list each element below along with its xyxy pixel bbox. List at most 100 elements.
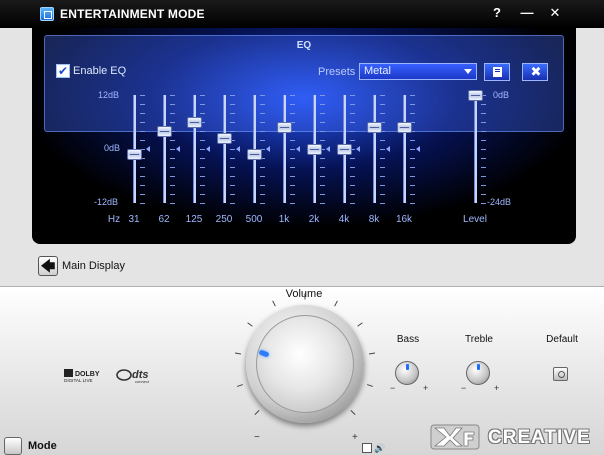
eq-slider-125[interactable] [187,117,202,128]
eq-tick [410,158,415,159]
eq-band-label-250: 250 [215,214,233,225]
main-display-button[interactable]: 🡄 [38,256,58,276]
eq-slider-31[interactable] [127,148,142,160]
presets-label: Presets [318,66,356,78]
eq-tick [260,176,265,177]
eq-slider-8k[interactable] [367,121,382,133]
eq-tick [380,113,385,114]
enable-eq-toggle[interactable]: ✔ Enable EQ [56,64,126,78]
eq-tick [260,185,265,186]
volume-knob[interactable] [246,305,364,423]
eq-tick [290,113,295,114]
eq-tick [350,167,355,168]
eq-tick [320,185,325,186]
eq-tick [200,176,205,177]
eq-zero-marker [266,146,270,152]
close-button[interactable]: ✕ [546,4,564,22]
eq-tick [350,131,355,132]
eq-tick [350,122,355,123]
level-tick [481,167,486,168]
eq-tick [170,176,175,177]
eq-slider-1k[interactable] [277,121,292,133]
minimize-button[interactable]: — [518,4,536,22]
eq-tick [350,113,355,114]
bass-knob[interactable] [395,361,419,385]
eq-tick [320,113,325,114]
eq-tick [410,167,415,168]
eq-zero-marker [176,146,180,152]
eq-tick [230,194,235,195]
eq-tick [230,158,235,159]
eq-tick [380,140,385,141]
dolby-subtext: DIGITAL LIVE [64,378,93,383]
enable-eq-label: Enable EQ [73,65,127,77]
save-icon [493,67,502,77]
delete-preset-button[interactable]: ✖ [522,63,548,81]
eq-tick [380,149,385,150]
eq-slider-250[interactable] [217,132,232,144]
eq-tick [140,122,145,123]
volume-knob-face [256,315,354,413]
speaker-icon: 🔊 [374,443,386,453]
dolby-text: DOLBY [75,371,100,378]
eq-tick [200,113,205,114]
eq-band-label-1k: 1k [278,214,290,225]
treble-knob[interactable] [466,361,490,385]
eq-tick [230,167,235,168]
level-tick [481,149,486,150]
eq-tick [260,113,265,114]
eq-tick [320,158,325,159]
eq-band-label-31: 31 [128,214,140,225]
eq-tick [260,131,265,132]
eq-tick [260,95,265,96]
level-tick [481,113,486,114]
eq-tick [170,203,175,204]
eq-tick [260,140,265,141]
treble-plus: + [494,383,500,393]
level-tick [481,203,486,204]
main-display-label: Main Display [62,260,125,272]
eq-track-62 [163,95,166,203]
eq-tick [230,113,235,114]
db-label-bottom: -12dB [94,197,119,207]
eq-tick [170,194,175,195]
default-button[interactable] [553,367,568,381]
mode-label: Mode [28,440,57,452]
eq-tick [320,104,325,105]
eq-zero-marker [206,146,210,152]
mode-button[interactable] [4,437,22,455]
treble-minus: − [461,383,467,393]
eq-tick [140,140,145,141]
eq-tick [170,158,175,159]
eq-slider-16k[interactable] [397,121,412,133]
eq-tick [320,140,325,141]
eq-zero-marker [386,146,390,152]
eq-tick [410,149,415,150]
mute-checkbox[interactable] [362,443,372,453]
back-arrow-icon: 🡄 [40,258,56,274]
save-preset-button[interactable] [484,63,510,81]
help-button[interactable]: ? [488,4,506,22]
eq-tick [140,104,145,105]
preset-dropdown[interactable]: Metal [359,63,477,80]
delete-icon: ✖ [530,64,542,79]
eq-tick [410,203,415,204]
level-slider[interactable] [468,90,483,101]
dts-subtext: connect [135,379,150,384]
eq-tick [380,95,385,96]
bass-minus: − [390,383,396,393]
eq-slider-62[interactable] [157,126,172,137]
eq-tick [140,131,145,132]
enable-eq-checkbox[interactable]: ✔ [56,64,70,78]
window-title: ENTERTAINMENT MODE [60,7,205,21]
creative-brand: CREATIVE [488,427,591,448]
eq-tick [290,194,295,195]
eq-slider-2k[interactable] [307,144,322,155]
eq-slider-4k[interactable] [337,144,352,155]
eq-slider-500[interactable] [247,148,262,160]
level-tick [481,194,486,195]
eq-tick [290,158,295,159]
eq-tick [320,131,325,132]
eq-track-8k [373,95,376,203]
bass-plus: + [423,383,429,393]
